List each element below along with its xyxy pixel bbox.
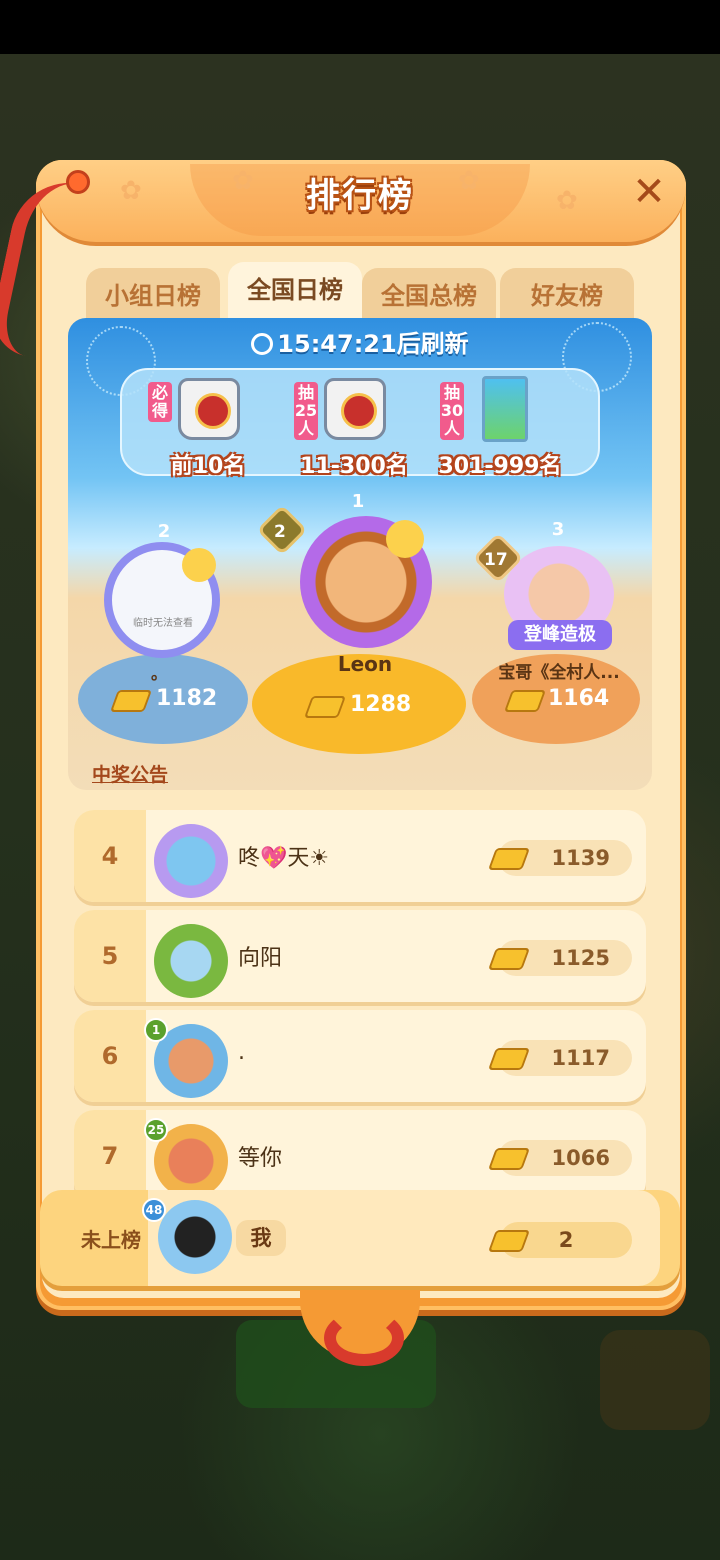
reward-label: 11-300名 xyxy=(300,454,408,479)
list-item[interactable]: 7 25 等你 1066 xyxy=(74,1110,646,1202)
flower-icon: ✿ xyxy=(232,166,254,196)
flower-icon: ✿ xyxy=(458,166,480,196)
refresh-timer: 15:47:21后刷新 xyxy=(0,326,720,362)
bag-icon xyxy=(324,378,386,440)
reward-panel: 必得 前10名 抽25人 11-300名 抽30人 301-999名 xyxy=(120,368,600,479)
reward-label: 301-999名 xyxy=(438,454,562,479)
reward-tag: 必得 xyxy=(148,382,172,422)
book-icon xyxy=(482,376,528,442)
tab-national-daily[interactable]: 全国日榜 xyxy=(228,262,362,324)
rank-number: 7 xyxy=(74,1110,146,1202)
self-name: 我 xyxy=(236,1220,286,1256)
rank-number: 5 xyxy=(74,910,146,1002)
timer-time: 15:47:21 xyxy=(277,330,397,358)
crown-first-icon: 1 xyxy=(336,484,380,518)
clock-icon xyxy=(251,333,274,355)
self-rank-row[interactable]: 未上榜 48 我 2 xyxy=(40,1190,680,1286)
bag-icon xyxy=(178,378,240,440)
background-side-icon xyxy=(600,1330,710,1430)
avatar-placeholder-text: 临时无法查看 xyxy=(133,618,193,629)
close-icon[interactable]: ✕ xyxy=(626,170,672,216)
tab-group-daily[interactable]: 小组日榜 xyxy=(86,268,220,324)
player-name: 咚💖天☀ xyxy=(238,846,330,871)
list-item[interactable]: 4 咚💖天☀ 1139 xyxy=(74,810,646,902)
podium-second-score: 1182 xyxy=(156,686,218,711)
reward-tag: 抽30人 xyxy=(440,382,464,440)
frame-title-badge: 登峰造极 xyxy=(508,620,612,650)
list-item[interactable]: 6 1 . 1117 xyxy=(74,1010,646,1102)
reward-top10[interactable]: 必得 前10名 xyxy=(148,376,258,479)
ribbon-knot xyxy=(66,170,90,194)
tab-friends[interactable]: 好友榜 xyxy=(500,268,634,324)
winner-announcement-link[interactable]: 中奖公告 xyxy=(92,760,168,787)
level-badge: 1 xyxy=(144,1018,168,1042)
tab-bar: 小组日榜 全国日榜 全国总榜 好友榜 xyxy=(86,262,634,324)
player-name: . xyxy=(238,1040,245,1065)
podium-third-score: 1164 xyxy=(548,686,610,711)
page-title: 排行榜 xyxy=(306,176,414,216)
reward-11-300[interactable]: 抽25人 11-300名 xyxy=(294,376,408,479)
rank-number: 6 xyxy=(74,1010,146,1102)
reward-label: 前10名 xyxy=(170,454,246,479)
avatar xyxy=(154,824,228,898)
flower-icon: ✿ xyxy=(556,186,578,216)
podium-first-name: Leon xyxy=(337,652,393,676)
player-name: 向阳 xyxy=(238,946,283,971)
avatar xyxy=(158,1200,232,1274)
tab-national-total[interactable]: 全国总榜 xyxy=(362,268,496,324)
podium-second-name: 。 xyxy=(150,664,167,683)
coin-icon xyxy=(182,548,216,582)
crown-third-icon: 3 xyxy=(536,512,580,546)
rank-number: 4 xyxy=(74,810,146,902)
avatar xyxy=(154,924,228,998)
flower-icon: ✿ xyxy=(120,176,142,206)
podium-first-score: 1288 xyxy=(350,692,412,717)
player-name: 等你 xyxy=(238,1146,283,1171)
reward-301-999[interactable]: 抽30人 301-999名 xyxy=(439,376,561,479)
level-badge: 25 xyxy=(144,1118,168,1142)
level-badge: 48 xyxy=(142,1198,166,1222)
status-bar xyxy=(0,0,720,54)
podium-third-name: 宝哥《全村人... xyxy=(498,663,620,683)
reward-tag: 抽25人 xyxy=(294,382,318,440)
bottom-ribbon-decoration xyxy=(324,1310,404,1366)
coin-icon xyxy=(386,520,424,558)
list-item[interactable]: 5 向阳 1125 xyxy=(74,910,646,1002)
timer-suffix: 后刷新 xyxy=(396,330,469,358)
